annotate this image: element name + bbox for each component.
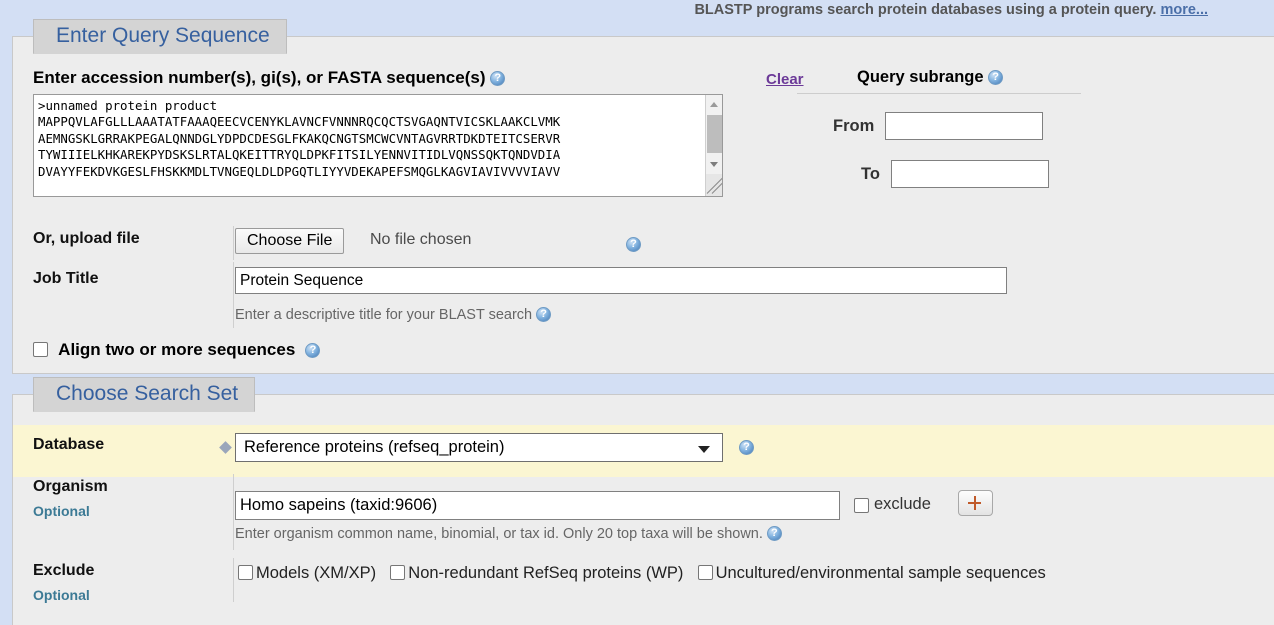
row-divider [233,262,234,328]
exclude-models-label: Models (XM/XP) [256,564,377,582]
tab-enter-query-sequence[interactable]: Enter Query Sequence [33,19,287,54]
exclude-optional-label: Optional [33,587,90,603]
subrange-to-row: To [861,160,1049,188]
scrollbar-thumb[interactable] [707,115,722,153]
align-sequences-checkbox[interactable] [33,342,48,357]
add-organism-button[interactable] [958,490,993,516]
no-file-chosen-text: No file chosen [370,231,472,248]
exclude-models-checkbox[interactable] [238,565,253,580]
upload-file-label: Or, upload file [33,230,140,247]
job-title-input[interactable] [235,267,1007,294]
resize-grip-icon[interactable] [706,174,722,196]
more-link[interactable]: more... [1160,2,1208,18]
to-input[interactable] [890,160,1049,188]
row-divider [233,474,234,550]
job-title-row: Job Title Enter a descriptive title for … [33,262,1033,330]
exclude-row: Exclude Optional Models (XM/XP) Non-redu… [33,558,1233,612]
from-input[interactable] [885,112,1044,140]
database-row: Database Reference proteins (refseq_prot… [33,428,793,470]
query-subrange-title: Query subrange [857,68,1004,87]
exclude-options: Models (XM/XP) Non-redundant RefSeq prot… [238,564,1046,583]
tab-choose-search-set[interactable]: Choose Search Set [33,377,256,412]
to-label: To [861,164,880,183]
organism-hint: Enter organism common name, binomial, or… [235,526,782,542]
help-icon[interactable] [988,70,1004,85]
help-icon[interactable] [536,307,552,322]
help-icon[interactable] [490,71,506,86]
chevron-down-icon [698,446,710,453]
organism-input[interactable] [235,491,840,520]
query-input-label: Enter accession number(s), gi(s), or FAS… [33,68,506,88]
exclude-label: Exclude [33,562,95,579]
help-icon[interactable] [626,237,641,252]
query-input-label-text: Enter accession number(s), gi(s), or FAS… [33,68,486,87]
organism-exclude-label: exclude [874,495,931,513]
job-title-label: Job Title [33,270,99,287]
database-label: Database [33,436,105,453]
row-divider [233,226,234,260]
choose-file-button[interactable]: Choose File [235,228,345,254]
upload-file-row: Or, upload file Choose File No file chos… [33,226,733,260]
program-description: BLASTP programs search protein databases… [694,2,1274,18]
exclude-wp-label: Non-redundant RefSeq proteins (WP) [408,564,684,582]
exclude-uncultured-checkbox[interactable] [697,565,713,580]
row-divider [233,558,234,602]
query-subrange-title-text: Query subrange [857,68,984,86]
organism-label: Organism [33,478,108,495]
exclude-wp-checkbox[interactable] [390,565,406,580]
database-selected-value: Reference proteins (refseq_protein) [244,438,505,456]
organism-optional-label: Optional [33,503,90,519]
diamond-marker-icon [219,441,232,454]
subrange-divider [797,93,1081,94]
job-title-hint-text: Enter a descriptive title for your BLAST… [235,307,533,323]
organism-row: Organism Optional exclude Enter organism… [33,474,1033,550]
program-description-text: BLASTP programs search protein databases… [694,2,1157,18]
program-description-bar: BLASTP programs search protein databases… [0,0,1274,18]
from-label: From [833,116,875,135]
scroll-down-icon[interactable] [706,157,722,173]
scroll-up-icon[interactable] [706,97,722,113]
job-title-hint: Enter a descriptive title for your BLAST… [235,307,552,323]
exclude-uncultured-label: Uncultured/environmental sample sequence… [715,564,1046,582]
organism-hint-text: Enter organism common name, binomial, or… [235,526,763,542]
help-icon[interactable] [766,526,782,541]
textarea-scrollbar[interactable] [705,95,722,196]
align-sequences-label: Align two or more sequences [58,340,296,359]
align-sequences-row: Align two or more sequences [33,340,321,360]
organism-exclude-checkbox[interactable] [854,498,869,513]
blast-form-page: BLASTP programs search protein databases… [0,0,1274,625]
help-icon[interactable] [739,440,754,455]
query-sequence-text: >unnamed protein product MAPPQVLAFGLLLAA… [38,98,561,179]
subrange-from-row: From [833,112,1044,140]
clear-link[interactable]: Clear [766,71,804,88]
query-sequence-textarea[interactable]: >unnamed protein product MAPPQVLAFGLLLAA… [33,94,723,197]
help-icon[interactable] [305,343,321,358]
database-select[interactable]: Reference proteins (refseq_protein) [235,433,723,462]
